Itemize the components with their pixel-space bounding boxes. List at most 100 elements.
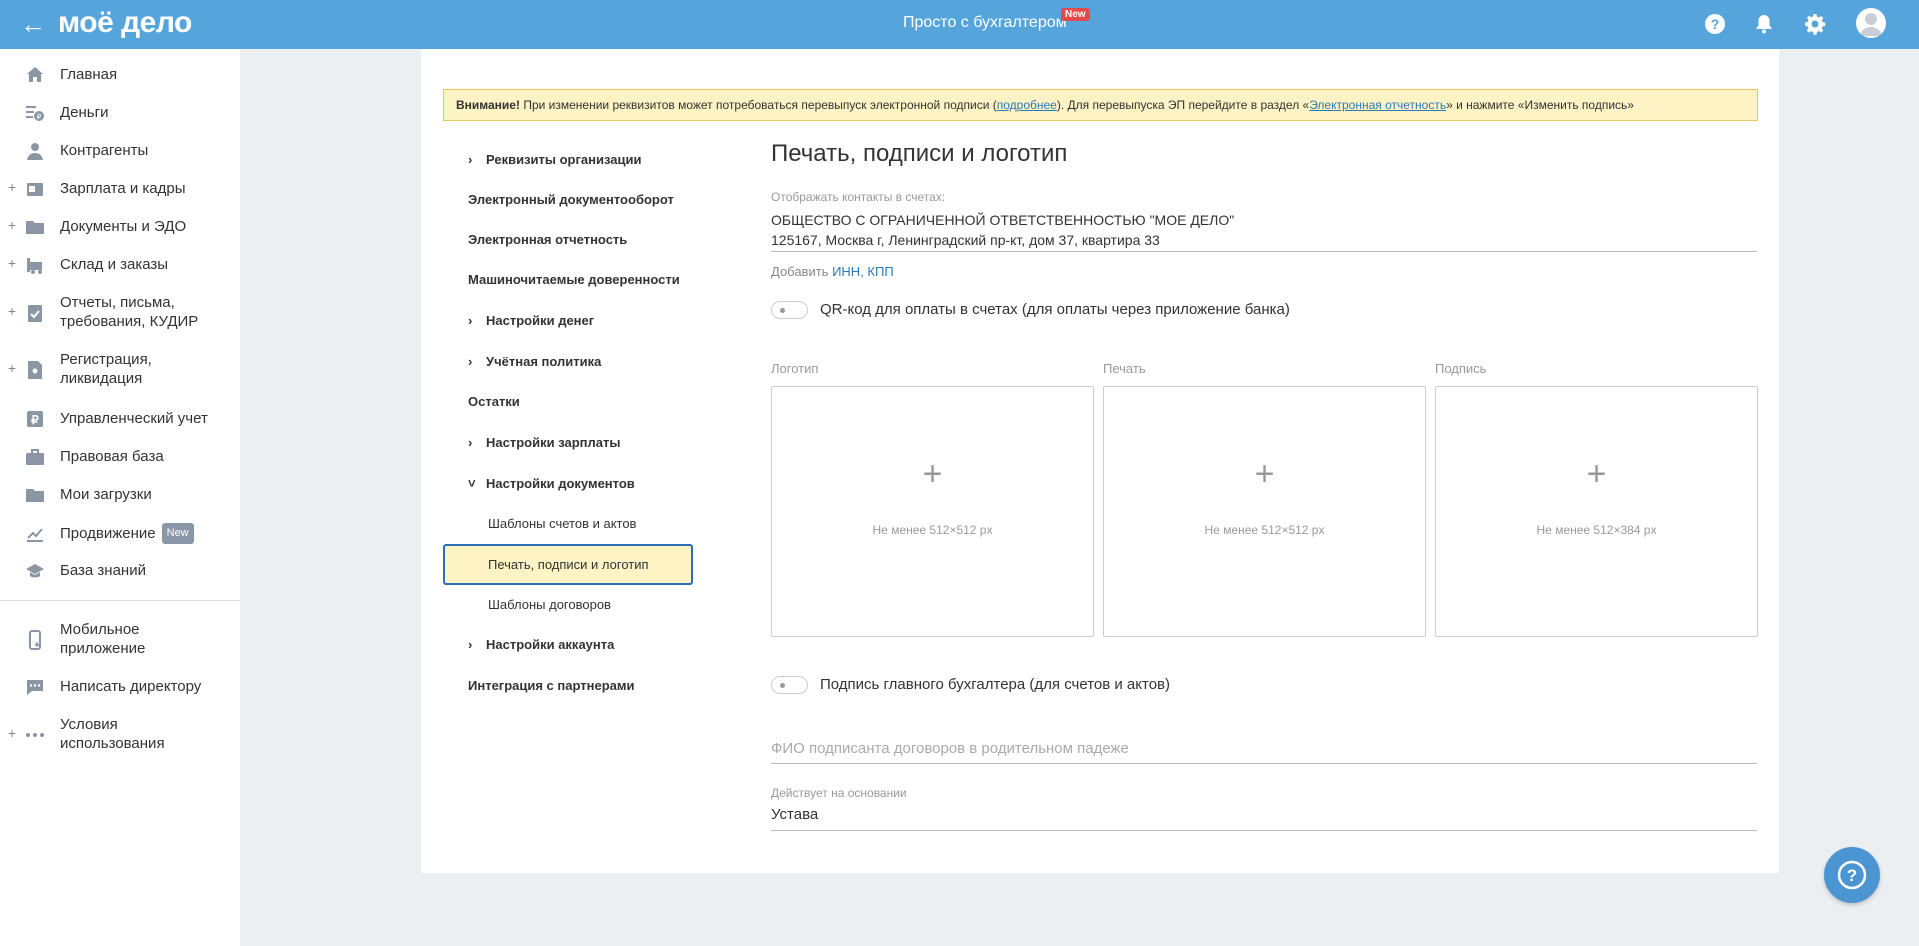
sidebar-item-label: Контрагенты [60,142,149,159]
sidebar-item-terms[interactable]: + Условия использования [0,715,240,755]
expand-plus-icon[interactable]: + [8,255,16,271]
settings-nav-label: Электронная отчетность [468,232,628,247]
expand-plus-icon[interactable]: + [8,217,16,233]
settings-nav-label: Реквизиты организации [486,152,642,167]
reports-icon [25,303,45,323]
settings-nav-balances[interactable]: Остатки [468,394,520,409]
briefcase-icon [25,447,45,467]
settings-nav-label: Настройки денег [486,313,595,328]
sidebar-item-warehouse[interactable]: + Склад и заказы [0,255,240,275]
sidebar-item-management-accounting[interactable]: ₽ Управленческий учет [0,409,240,429]
logo[interactable]: моё дело [58,6,192,40]
sidebar-divider [0,600,240,601]
contacts-line-2: 125167, Москва г, Ленинградский пр-кт, д… [771,232,1160,248]
sidebar-item-salary[interactable]: + Зарплата и кадры [0,179,240,199]
folder-icon [25,217,45,237]
sidebar: Главная ₽ Деньги Контрагенты + Зарплата … [0,49,240,946]
settings-nav-reporting[interactable]: Электронная отчетность [468,232,627,247]
settings-nav-edo[interactable]: Электронный документооборот [468,192,674,207]
settings-nav-label: Остатки [468,394,520,409]
expand-plus-icon[interactable]: + [8,360,16,376]
plus-icon: + [1586,455,1607,493]
signature-upload-box[interactable]: + Не менее 512×384 px [1435,386,1758,637]
home-icon [25,65,45,85]
stamp-upload-box[interactable]: + Не менее 512×512 px [1103,386,1426,637]
settings-nav-documents[interactable]: ˅ Настройки документов [468,476,635,491]
warning-text: ). Для перевыпуска ЭП перейдите в раздел… [1056,98,1310,112]
more-details-link[interactable]: подробнее [997,98,1057,112]
sidebar-item-label: Условия использования [60,716,165,752]
basis-select[interactable]: Устава [771,806,818,823]
sidebar-item-write-director[interactable]: Написать директору [0,677,240,697]
ruble-icon: ₽ [25,409,45,429]
registration-icon [25,360,45,380]
settings-nav-contract-templates[interactable]: Шаблоны договоров [488,597,611,612]
settings-nav-label: Настройки документов [486,476,635,491]
sidebar-item-registration[interactable]: + Регистрация, ликвидация [0,350,240,390]
promotion-icon [25,523,45,543]
settings-nav-power-of-attorney[interactable]: Машиночитаемые доверенности [468,272,680,287]
sidebar-item-label: Регистрация, ликвидация [60,351,152,387]
settings-nav-accounting-policy[interactable]: › Учётная политика [468,354,601,369]
add-inn-kpp-row: Добавить ИНН, КПП [771,264,894,279]
back-arrow-icon[interactable]: ← [20,10,50,40]
settings-nav-partners[interactable]: Интеграция с партнерами [468,678,634,693]
sidebar-item-label: Главная [60,66,118,83]
settings-nav-money[interactable]: › Настройки денег [468,313,594,328]
electronic-reporting-link[interactable]: Электронная отчетность [1309,98,1446,112]
sidebar-item-label: Написать директору [60,678,202,695]
settings-nav-print-signatures-logo[interactable]: Печать, подписи и логотип [443,544,693,585]
sidebar-item-home[interactable]: Главная [0,65,240,85]
more-dots-icon [25,725,45,745]
mobile-icon [25,630,45,650]
settings-nav-label: Шаблоны договоров [488,597,611,612]
sidebar-item-label: Продвижение New [60,523,194,544]
sidebar-item-label: Мобильное приложение [60,621,146,657]
expand-plus-icon[interactable]: + [8,303,16,319]
sidebar-item-label: Склад и заказы [60,256,169,273]
chief-accountant-signature-toggle[interactable] [771,676,808,694]
warning-bold: Внимание! [456,98,520,112]
sidebar-item-money[interactable]: ₽ Деньги [0,103,240,123]
sidebar-item-mobile-app[interactable]: Мобильное приложение [0,620,240,660]
settings-nav-label: Машиночитаемые доверенности [468,272,680,287]
page-title: Печать, подписи и логотип [771,140,1068,167]
basis-label: Действует на основании [771,786,907,800]
chevron-right-icon: › [468,313,473,328]
logo-upload-box[interactable]: + Не менее 512×512 px [771,386,1094,637]
contacts-field[interactable]: ОБЩЕСТВО С ОГРАНИЧЕННОЙ ОТВЕТСТВЕННОСТЬЮ… [771,210,1757,252]
add-prefix: Добавить [771,264,833,279]
avatar[interactable] [1856,8,1886,38]
settings-nav-label: Настройки аккаунта [486,637,615,652]
help-icon[interactable]: ? [1703,12,1727,36]
sidebar-item-contractors[interactable]: Контрагенты [0,141,240,161]
sidebar-item-legal-base[interactable]: Правовая база [0,447,240,467]
settings-nav-label: Интеграция с партнерами [468,678,635,693]
sidebar-item-downloads[interactable]: Мои загрузки [0,485,240,505]
settings-nav-label: Печать, подписи и логотип [488,557,649,572]
signer-name-input[interactable]: ФИО подписанта договоров в родительном п… [771,740,1129,757]
chevron-right-icon: › [468,435,473,450]
settings-nav-invoice-templates[interactable]: Шаблоны счетов и актов [488,516,636,531]
qr-code-toggle[interactable] [771,301,808,319]
sidebar-item-text: Продвижение [60,525,156,542]
settings-nav-requisites[interactable]: › Реквизиты организации [468,152,641,167]
sidebar-item-label: Управленческий учет [60,410,208,427]
sidebar-item-promotion[interactable]: Продвижение New [0,523,240,544]
bell-icon[interactable] [1752,12,1776,36]
sidebar-item-label: Правовая база [60,448,164,465]
add-inn-kpp-link[interactable]: ИНН, КПП [832,264,894,279]
plus-icon: + [922,455,943,493]
help-fab-button[interactable]: ? [1824,847,1880,903]
header-title-link[interactable]: Просто с бухгалтером [903,14,1067,32]
sidebar-item-reports[interactable]: + Отчеты, письма, требования, КУДИР [0,293,240,333]
upload-hint: Не менее 512×384 px [1536,523,1657,537]
settings-nav-salary[interactable]: › Настройки зарплаты [468,435,620,450]
settings-nav-account[interactable]: › Настройки аккаунта [468,637,614,652]
expand-plus-icon[interactable]: + [8,179,16,195]
expand-plus-icon[interactable]: + [8,725,16,741]
sidebar-item-documents[interactable]: + Документы и ЭДО [0,217,240,237]
chat-icon [25,677,45,697]
gear-icon[interactable] [1803,12,1827,36]
sidebar-item-knowledge-base[interactable]: База знаний [0,561,240,581]
